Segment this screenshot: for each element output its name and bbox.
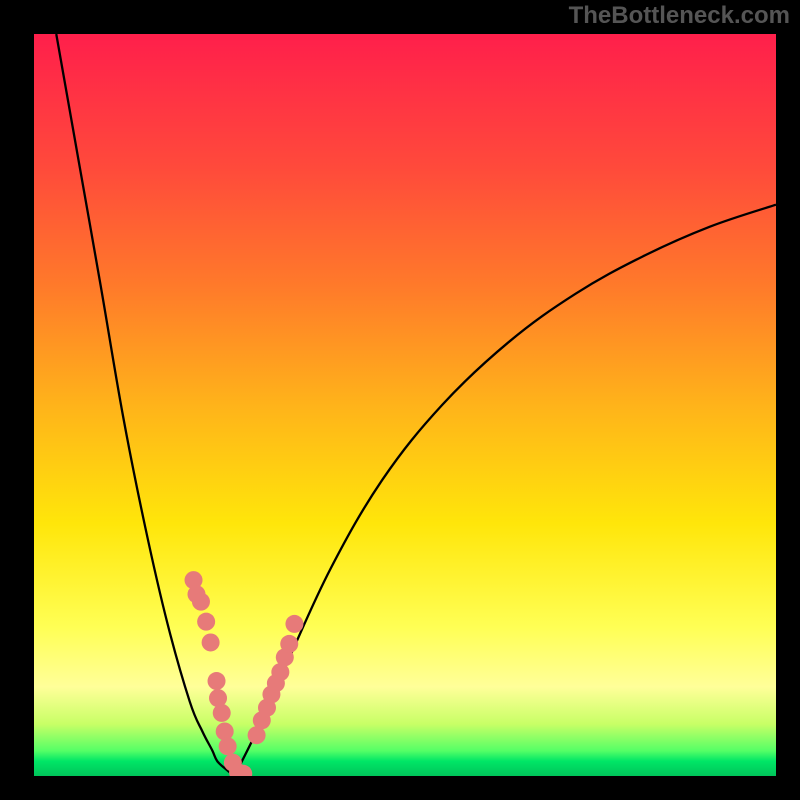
scatter-dot	[280, 635, 298, 653]
chart-svg	[34, 34, 776, 776]
plot-area	[34, 34, 776, 776]
right-curve	[234, 205, 776, 776]
watermark-text: TheBottleneck.com	[569, 2, 790, 30]
scatter-dot	[219, 737, 237, 755]
scatter-dot	[202, 633, 220, 651]
left-curve	[56, 34, 234, 776]
scatter-dot	[192, 593, 210, 611]
scatter-dot	[197, 613, 215, 631]
scatter-dots	[185, 571, 304, 776]
scatter-dot	[285, 615, 303, 633]
scatter-dot	[208, 672, 226, 690]
chart-frame: TheBottleneck.com	[0, 0, 800, 800]
scatter-dot	[213, 704, 231, 722]
scatter-dot	[216, 722, 234, 740]
